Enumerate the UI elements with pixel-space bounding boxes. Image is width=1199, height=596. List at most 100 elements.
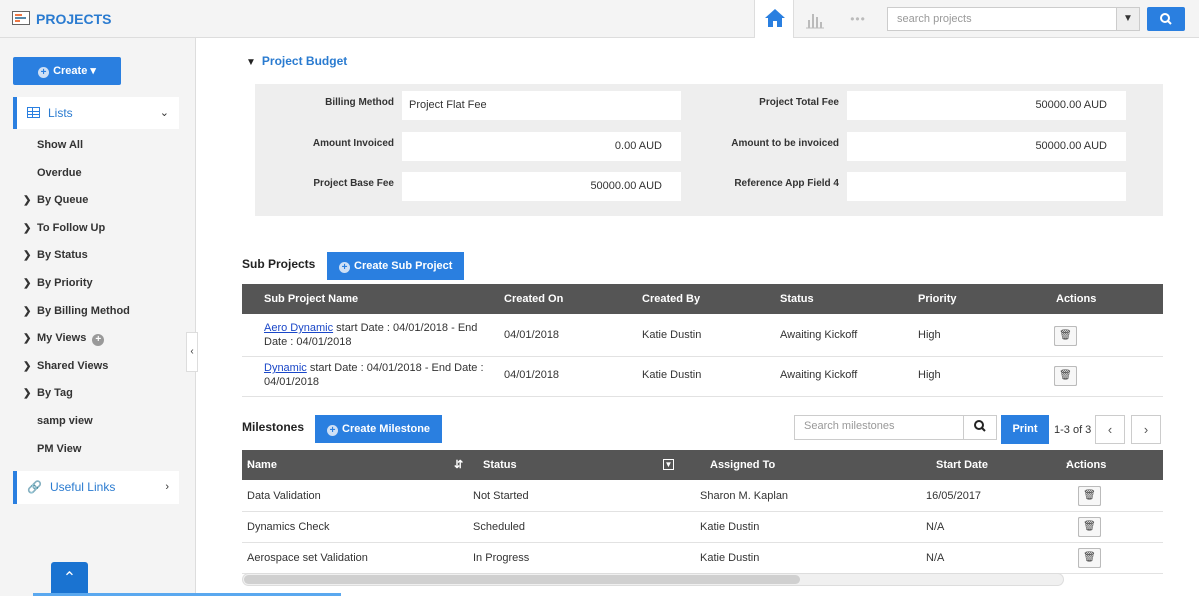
create-sub-project-button[interactable]: + Create Sub Project (327, 252, 465, 280)
next-page-button[interactable]: › (1131, 415, 1161, 444)
milestone-name-cell[interactable]: Dynamics Check (247, 521, 330, 533)
sort-icon[interactable]: ⇵ (454, 450, 463, 480)
sidebar-item-label: PM View (37, 442, 82, 455)
search-projects-input[interactable]: search projects (887, 7, 1117, 31)
useful-links-item[interactable]: 🔗 Useful Links › (13, 471, 179, 504)
column-header[interactable]: Status (483, 450, 517, 480)
sidebar-item[interactable]: ❯ By Queue (0, 187, 196, 215)
more-icon[interactable]: ••• (838, 0, 878, 38)
search-button[interactable] (1147, 7, 1185, 31)
add-view-icon[interactable]: + (92, 334, 105, 347)
sidebar: + Create ▾ Lists ⌄ Show All Overdue ❯ By Que… (0, 38, 196, 596)
trash-icon[interactable]: 🗑 (1054, 326, 1077, 346)
search-dropdown-button[interactable]: ▼ (1116, 7, 1140, 31)
column-header[interactable]: Created By (642, 284, 700, 314)
filter-icon[interactable]: ▼ (663, 459, 674, 470)
sidebar-item[interactable]: ❯ By Priority (0, 270, 196, 298)
create-milestone-button[interactable]: + Create Milestone (315, 415, 443, 443)
trash-icon[interactable]: 🗑 (1078, 548, 1101, 568)
search-milestones-button[interactable] (963, 415, 997, 440)
sidebar-item[interactable]: samp view (0, 408, 196, 436)
column-header[interactable]: Priority (918, 284, 957, 314)
table-row: Dynamics CheckScheduledKatie DustinN/A⎙⋯… (242, 512, 1163, 543)
created-on-cell: 04/01/2018 (504, 369, 560, 381)
search-icon (974, 420, 986, 432)
sidebar-item-label: Show All (37, 139, 84, 151)
reference-app-field-value[interactable] (847, 172, 1126, 201)
billing-method-value[interactable]: Project Flat Fee (402, 91, 681, 120)
created-on-cell: 04/01/2018 (504, 329, 560, 341)
actions-column-label: Actions (1066, 459, 1107, 471)
column-header[interactable]: Start Date (936, 450, 988, 480)
sub-project-link[interactable]: Aero Dynamic (264, 322, 333, 334)
chevron-left-icon: ‹ (190, 346, 194, 357)
trash-icon[interactable]: 🗑 (1078, 517, 1101, 537)
sidebar-item-label: samp view (37, 414, 93, 427)
trash-icon[interactable]: 🗑 (1054, 366, 1077, 386)
bar-chart-icon (806, 14, 824, 29)
previous-page-button[interactable]: ‹ (1095, 415, 1125, 444)
status-cell: Awaiting Kickoff (780, 369, 858, 381)
sidebar-item[interactable]: ❯ By Billing Method (0, 298, 196, 326)
sidebar-item[interactable]: ❯ Shared Views (0, 353, 196, 381)
milestones-table-header: ‹ Name ⇵ Status ▼ Assigned To Start Date… (242, 450, 1163, 480)
scrollbar-thumb[interactable] (244, 575, 800, 584)
home-button[interactable] (754, 0, 794, 38)
sub-projects-table-header: Sub Project Name Created On Created By S… (242, 284, 1163, 314)
sidebar-item[interactable]: PM View (0, 436, 196, 464)
scroll-to-top-button[interactable]: ⌃ (51, 562, 88, 596)
lists-section-header[interactable]: Lists ⌄ (13, 97, 179, 129)
sidebar-item-label: To Follow Up (37, 221, 106, 234)
chevron-right-icon: ❯ (23, 195, 32, 207)
chevron-right-icon: ❯ (23, 277, 32, 289)
milestones-title: Milestones (242, 420, 305, 434)
column-header[interactable]: Sub Project Name (264, 284, 358, 314)
project-base-fee-value[interactable]: 50000.00 AUD (402, 172, 681, 201)
column-header[interactable]: Assigned To (710, 450, 775, 480)
sub-projects-title: Sub Projects (242, 257, 316, 271)
list-grid-icon (27, 107, 40, 118)
assigned-to-cell: Katie Dustin (700, 552, 760, 564)
plus-circle-icon: + (339, 262, 350, 273)
sidebar-item[interactable]: ❯ My Views + (0, 325, 196, 353)
reports-button[interactable] (795, 0, 835, 38)
column-header[interactable]: Created On (504, 284, 563, 314)
milestone-name-cell[interactable]: Aerospace set Validation (247, 552, 368, 564)
search-icon (1160, 13, 1172, 25)
chevron-down-icon: ▼ (1123, 13, 1133, 24)
project-budget-title: Project Budget (261, 54, 348, 68)
sidebar-item[interactable]: ❯ To Follow Up (0, 215, 196, 243)
print-button[interactable]: Print (1001, 415, 1049, 444)
trash-icon[interactable]: 🗑 (1078, 486, 1101, 506)
sidebar-nav: Show All Overdue ❯ By Queue ❯ To Follow Up ❯ By… (0, 132, 196, 463)
sidebar-item-label: By Status (37, 249, 88, 262)
created-by-cell: Katie Dustin (642, 329, 702, 341)
chevron-right-icon: ❯ (23, 222, 32, 234)
project-budget-header[interactable]: ▼ Project Budget (246, 54, 347, 68)
name-column-label: Name (247, 459, 277, 471)
sidebar-item-label: Overdue (37, 166, 82, 179)
column-header[interactable]: Status (780, 284, 814, 314)
chevron-right-icon: ❯ (23, 360, 32, 372)
search-milestones-input[interactable]: Search milestones (794, 415, 964, 440)
sub-project-link[interactable]: Dynamic (264, 362, 307, 374)
create-sub-project-label: Create Sub Project (354, 260, 453, 272)
amount-to-be-invoiced-value[interactable]: 50000.00 AUD (847, 132, 1126, 161)
create-button[interactable]: + Create ▾ (13, 57, 121, 85)
create-label: Create (53, 65, 88, 77)
status-cell: Not Started (473, 490, 529, 502)
sub-project-name-cell: Aero Dynamic start Date : 04/01/2018 - E… (264, 321, 486, 349)
chevron-right-icon: ❯ (23, 333, 32, 345)
sidebar-item[interactable]: Show All (0, 132, 196, 160)
sidebar-item[interactable]: ❯ By Status (0, 242, 196, 270)
milestone-name-cell[interactable]: Data Validation (247, 490, 321, 502)
lists-label: Lists (48, 106, 73, 120)
column-header: Actions (1056, 293, 1097, 305)
sidebar-item[interactable]: ❯ By Tag (0, 380, 196, 408)
project-total-fee-value[interactable]: 50000.00 AUD (847, 91, 1126, 120)
horizontal-scrollbar[interactable] (242, 573, 1064, 586)
amount-invoiced-value[interactable]: 0.00 AUD (402, 132, 681, 161)
chevron-left-icon: ‹ (1107, 422, 1113, 437)
sidebar-item[interactable]: Overdue (0, 160, 196, 188)
table-row: Aero Dynamic start Date : 04/01/2018 - E… (242, 316, 1163, 357)
